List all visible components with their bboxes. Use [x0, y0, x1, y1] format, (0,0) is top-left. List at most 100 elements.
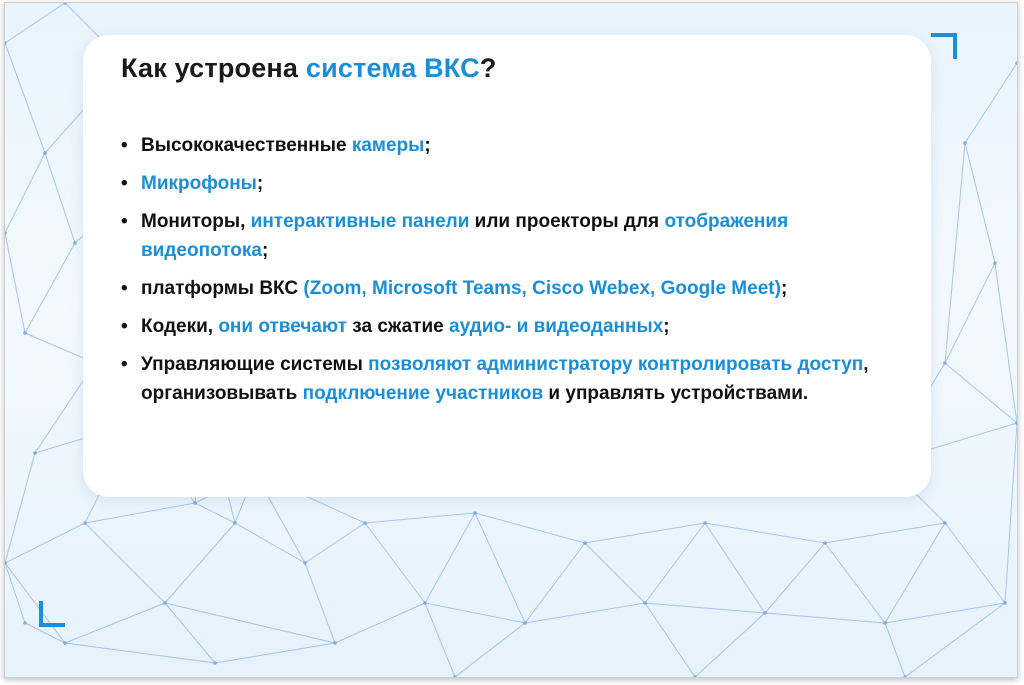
bullet-highlight: Микрофоны [141, 173, 257, 194]
bullet-dot-icon: • [121, 173, 128, 194]
mesh-line [5, 452, 36, 564]
mesh-node [233, 521, 237, 525]
bullet-text: ; [663, 316, 670, 337]
bullet-list: • Высококачественные камеры; • Микрофоны; • М… [119, 131, 889, 417]
bullet-text: ; [424, 135, 431, 156]
bullet-text: Мониторы, [141, 211, 251, 232]
mesh-line [64, 602, 166, 644]
mesh-line [824, 542, 886, 624]
mesh-line [644, 602, 766, 614]
mesh-line [474, 512, 526, 624]
mesh-line [164, 602, 336, 644]
mesh-node [993, 261, 997, 265]
mesh-node [33, 451, 37, 455]
mesh-line [884, 602, 1006, 624]
bullet-item: • платформы ВКС (Zoom, Microsoft Teams, C… [119, 274, 889, 303]
mesh-node [473, 511, 477, 515]
mesh-line [884, 622, 906, 677]
bullet-text: ; [780, 278, 788, 299]
mesh-line [5, 152, 46, 234]
mesh-line [904, 602, 1006, 677]
mesh-node [943, 361, 947, 365]
mesh-line [364, 522, 426, 604]
mesh-line [964, 62, 1017, 144]
slide-title: Как устроена система ВКС? [121, 53, 497, 84]
mesh-node [5, 231, 7, 235]
mesh-line [44, 152, 76, 244]
mesh-line [5, 232, 26, 334]
title-highlight: система ВКС [305, 53, 480, 83]
bullet-item: • Микрофоны; [119, 169, 889, 198]
mesh-line [24, 242, 76, 334]
mesh-line [524, 542, 586, 624]
mesh-line [424, 602, 526, 624]
bullet-text: ; [261, 240, 269, 261]
bullet-text: платформы ВКС [141, 278, 304, 299]
bullet-dot-icon: • [121, 278, 128, 299]
title-text: ? [479, 53, 497, 83]
bullet-item: • Кодеки, они отвечают за сжатие аудио- и… [119, 312, 889, 341]
bullet-item: • Высококачественные камеры; [119, 131, 889, 160]
mesh-line [5, 3, 66, 44]
mesh-node [523, 621, 527, 625]
bullet-dot-icon: • [121, 316, 128, 337]
mesh-node [163, 601, 167, 605]
mesh-line [214, 642, 336, 664]
mesh-line [334, 602, 426, 644]
mesh-node [963, 141, 967, 145]
bullet-highlight: интерактивные панели [250, 211, 470, 232]
mesh-line [764, 612, 886, 624]
bullet-highlight: аудио- и видеоданных [449, 316, 664, 337]
mesh-line [474, 512, 586, 544]
slide: Как устроена система ВКС? • Высококачеств… [4, 2, 1018, 678]
mesh-line [584, 542, 646, 604]
mesh-line [524, 602, 646, 624]
bullet-dot-icon: • [121, 135, 128, 156]
mesh-node [333, 641, 337, 645]
mesh-line [644, 602, 696, 677]
mesh-line [994, 262, 1017, 424]
mesh-line [424, 512, 476, 604]
mesh-line [304, 562, 336, 644]
mesh-node [83, 521, 87, 525]
bullet-item: • Управляющие системы позволяют администр… [119, 350, 889, 408]
mesh-line [454, 622, 526, 677]
mesh-node [213, 661, 217, 665]
mesh-node [583, 541, 587, 545]
mesh-line [84, 522, 166, 604]
mesh-line [84, 502, 196, 524]
mesh-line [1004, 422, 1017, 604]
mesh-line [704, 522, 826, 544]
mesh-node [1015, 61, 1017, 65]
mesh-line [644, 522, 706, 604]
mesh-line [164, 522, 236, 604]
bullet-highlight: позволяют администратору контролировать … [368, 354, 864, 375]
bullet-dot-icon: • [121, 354, 128, 375]
mesh-line [964, 142, 996, 264]
mesh-line [164, 602, 216, 664]
mesh-line [944, 362, 1017, 424]
bullet-text: Управляющие системы [141, 354, 369, 375]
bullet-text: ; [256, 173, 264, 194]
title-text: Как устроена [121, 53, 306, 83]
mesh-node [1003, 601, 1007, 605]
mesh-line [424, 602, 456, 677]
mesh-line [824, 522, 946, 544]
bullet-highlight: подключение участников [302, 383, 544, 404]
mesh-line [944, 522, 1006, 604]
mesh-node [423, 601, 427, 605]
mesh-node [23, 621, 27, 625]
mesh-line [764, 542, 826, 614]
mesh-line [234, 522, 306, 564]
corner-bracket-bottom-left-icon [39, 601, 65, 627]
mesh-node [703, 521, 707, 525]
mesh-node [943, 521, 947, 525]
mesh-node [43, 151, 47, 155]
corner-bracket-top-right-icon [931, 33, 957, 59]
mesh-node [363, 521, 367, 525]
mesh-node [763, 611, 767, 615]
mesh-line [364, 512, 476, 524]
mesh-node [883, 621, 887, 625]
bullet-text: за сжатие [347, 316, 449, 337]
bullet-highlight: камеры [351, 135, 425, 156]
